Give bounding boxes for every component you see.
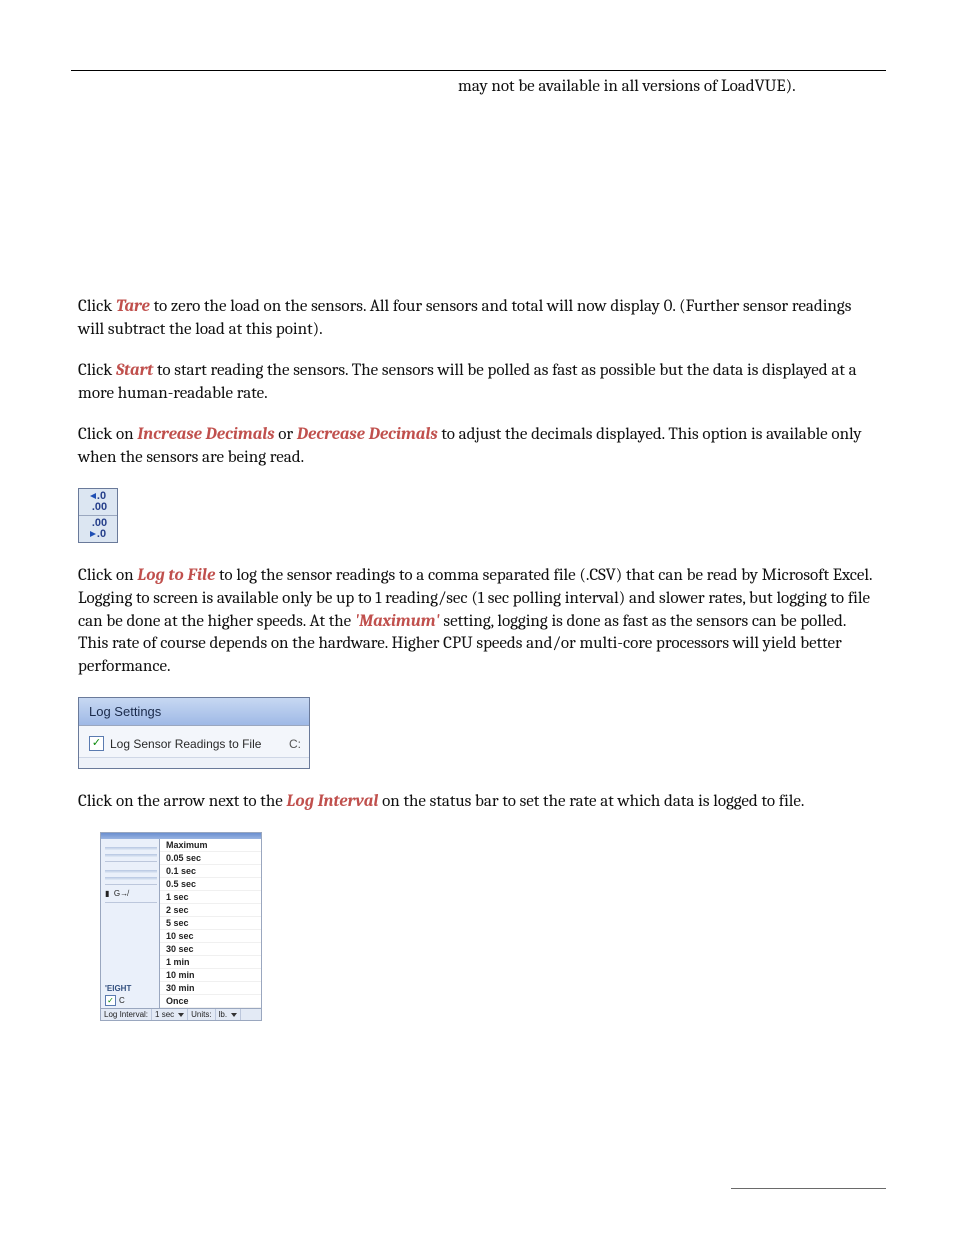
log-interval-menu: Maximum 0.05 sec 0.1 sec 0.5 sec 1 sec 2… bbox=[159, 839, 261, 1008]
interval-option[interactable]: Maximum bbox=[160, 839, 261, 852]
decrease-decimals-icon[interactable]: .00.0 bbox=[79, 516, 117, 542]
footer-rule bbox=[731, 1188, 886, 1189]
cmd-tare: Tare bbox=[116, 297, 150, 316]
figure-left-panel: ▮ G↛ 'EIGHT ✓ C bbox=[101, 839, 159, 1008]
log-path-stub: C: bbox=[289, 737, 301, 751]
interval-option[interactable]: Once bbox=[160, 995, 261, 1008]
decimals-icons-figure: .0 .00 .00.0 bbox=[78, 488, 118, 543]
text: to start reading the sensors. The sensor… bbox=[78, 361, 857, 403]
interval-option[interactable]: 1 min bbox=[160, 956, 261, 969]
figure-status-bar: Log Interval: 1 sec Units: lb. bbox=[101, 1008, 261, 1020]
text: Click on the arrow next to the bbox=[78, 792, 287, 811]
log-to-file-label: Log Sensor Readings to File bbox=[110, 737, 261, 751]
paragraph-logfile: Click on Log to File to log the sensor r… bbox=[78, 565, 879, 680]
log-settings-footer bbox=[79, 758, 309, 768]
text: Click bbox=[78, 361, 116, 380]
text: Click bbox=[78, 297, 116, 316]
cmd-log-interval: Log Interval bbox=[287, 792, 379, 811]
figure-checkbox-icon[interactable]: ✓ bbox=[105, 995, 116, 1006]
increase-decimals-icon[interactable]: .0 .00 bbox=[79, 489, 117, 516]
interval-option[interactable]: 0.05 sec bbox=[160, 852, 261, 865]
cmd-maximum: 'Maximum' bbox=[355, 612, 440, 631]
text: to zero the load on the sensors. All fou… bbox=[78, 297, 851, 339]
cmd-increase-decimals: Increase Decimals bbox=[137, 425, 274, 444]
cmd-start: Start bbox=[116, 361, 153, 380]
paragraph-decimals: Click on Increase Decimals or Decrease D… bbox=[78, 424, 879, 470]
interval-option[interactable]: 10 min bbox=[160, 969, 261, 982]
log-settings-title: Log Settings bbox=[79, 698, 309, 726]
figure-left-label: 'EIGHT bbox=[105, 984, 157, 993]
cmd-decrease-decimals: Decrease Decimals bbox=[297, 425, 438, 444]
interval-option[interactable]: 2 sec bbox=[160, 904, 261, 917]
text: on the status bar to set the rate at whi… bbox=[378, 792, 804, 811]
interval-option[interactable]: 5 sec bbox=[160, 917, 261, 930]
status-units-label: Units: bbox=[188, 1009, 215, 1020]
paragraph-tare: Click Tare to zero the load on the senso… bbox=[78, 296, 879, 342]
interval-option[interactable]: 30 sec bbox=[160, 943, 261, 956]
text: Click on bbox=[78, 425, 137, 444]
log-settings-panel: Log Settings ✓ Log Sensor Readings to Fi… bbox=[78, 697, 310, 769]
interval-option[interactable]: 0.1 sec bbox=[160, 865, 261, 878]
cmd-log-to-file: Log to File bbox=[137, 566, 215, 585]
paragraph-loginterval: Click on the arrow next to the Log Inter… bbox=[78, 791, 879, 814]
interval-option[interactable]: 0.5 sec bbox=[160, 878, 261, 891]
status-log-interval-dropdown[interactable]: 1 sec bbox=[152, 1009, 188, 1020]
interval-option[interactable]: 10 sec bbox=[160, 930, 261, 943]
header-continuation-text: may not be available in all versions of … bbox=[78, 77, 879, 96]
text: Click on bbox=[78, 566, 137, 585]
header-rule bbox=[71, 70, 886, 71]
status-log-interval-label: Log Interval: bbox=[101, 1009, 152, 1020]
paragraph-start: Click Start to start reading the sensors… bbox=[78, 360, 879, 406]
interval-option[interactable]: 30 min bbox=[160, 982, 261, 995]
log-to-file-checkbox[interactable]: ✓ bbox=[89, 736, 104, 751]
log-interval-figure: ▮ G↛ 'EIGHT ✓ C Maximum 0.05 sec 0.1 sec… bbox=[100, 832, 262, 1021]
interval-option[interactable]: 1 sec bbox=[160, 891, 261, 904]
text: or bbox=[275, 425, 297, 444]
status-units-dropdown[interactable]: lb. bbox=[216, 1009, 241, 1020]
